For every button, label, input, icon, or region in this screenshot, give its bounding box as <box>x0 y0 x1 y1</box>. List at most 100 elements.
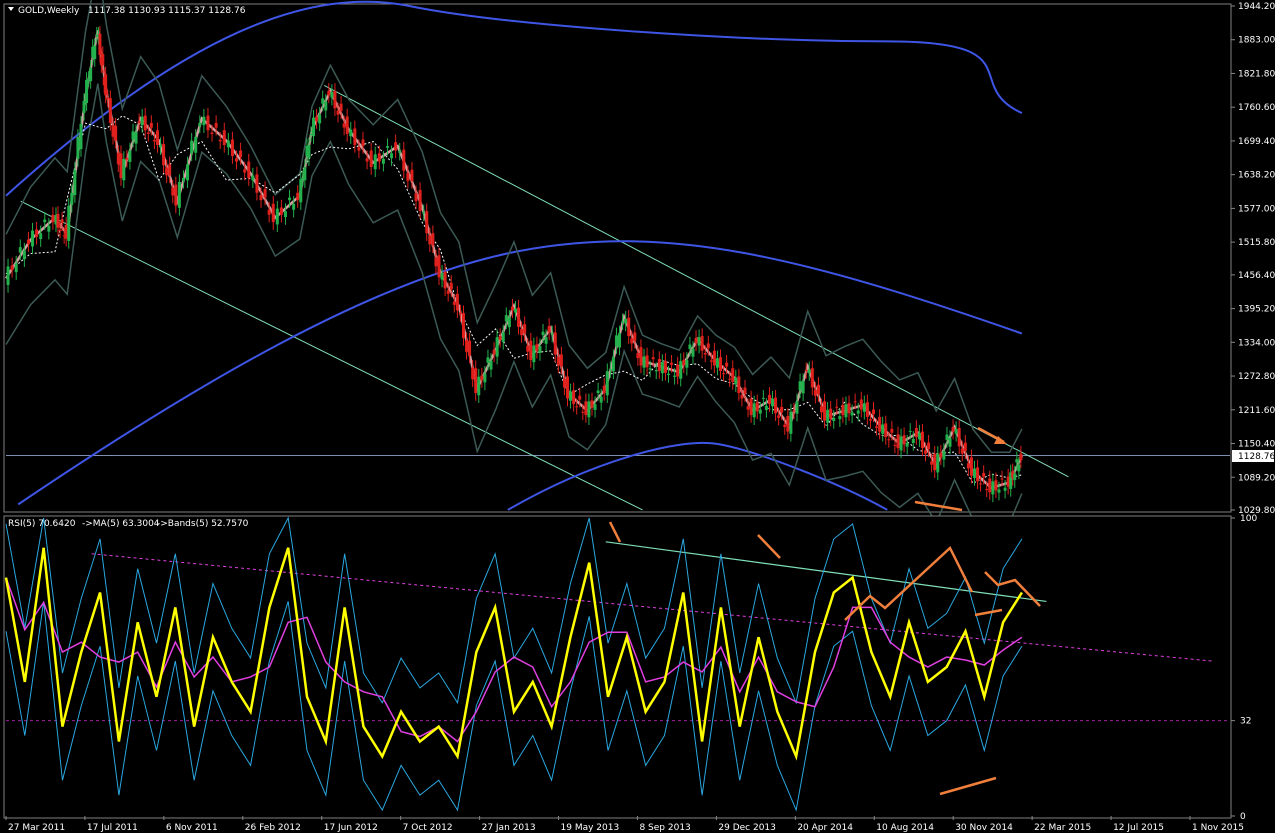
candle-body <box>1000 478 1004 480</box>
candle-body <box>385 146 389 148</box>
candle-body <box>807 369 811 374</box>
candle-body <box>22 250 26 260</box>
candle-body <box>608 369 612 371</box>
price-tick-label: 1515.80 <box>1238 238 1275 248</box>
candle-body <box>553 332 557 355</box>
candle-body <box>835 406 839 408</box>
candle-body <box>159 145 163 148</box>
candle-body <box>14 263 18 273</box>
candle-body <box>963 442 967 452</box>
candle-body <box>826 409 830 423</box>
candle-body <box>520 329 524 336</box>
candle-body <box>755 402 759 412</box>
candle-body <box>581 411 585 413</box>
candle-body <box>101 54 105 66</box>
candle-body <box>114 125 118 141</box>
candle-body <box>712 350 716 366</box>
candle-body <box>510 306 514 311</box>
candle-body <box>862 403 866 412</box>
candle-body <box>373 154 377 170</box>
candle-body <box>398 150 402 153</box>
candle-body <box>911 438 915 444</box>
price-chart-pane[interactable] <box>3 0 1232 533</box>
candle-body <box>186 164 190 181</box>
candle-body <box>425 211 429 234</box>
candle-body <box>743 387 747 395</box>
candle-body <box>26 239 30 245</box>
price-tick-label: 1944.20 <box>1238 2 1275 12</box>
candle-body <box>1019 453 1023 461</box>
candle-body <box>76 136 80 159</box>
candle-body <box>1015 459 1019 463</box>
candle-body <box>140 116 144 126</box>
candle-body <box>342 123 346 128</box>
candle-body <box>841 404 845 416</box>
candle-body <box>670 362 674 365</box>
candle-body <box>801 381 805 394</box>
candle-body <box>6 266 10 286</box>
candle-body <box>18 247 22 253</box>
candle-body <box>526 345 530 352</box>
ohlc-values: 1117.38 1130.93 1115.37 1128.76 <box>88 6 246 16</box>
candle-body <box>296 192 300 201</box>
candle-body <box>578 395 582 400</box>
candle-body <box>927 442 931 450</box>
time-tick-label: 20 Apr 2014 <box>797 823 853 833</box>
candle-body <box>171 187 175 196</box>
candle-body <box>369 150 373 168</box>
candle-body <box>844 404 848 418</box>
candle-body <box>596 390 600 394</box>
candle-body <box>377 153 381 162</box>
candle-body <box>440 272 444 280</box>
candle-body <box>498 336 502 340</box>
last-price-tag: 1128.76 <box>1232 450 1275 462</box>
time-tick-label: 29 Dec 2013 <box>718 823 776 833</box>
candle-body <box>418 190 422 212</box>
candle-body <box>633 332 637 341</box>
rsi-indicator-pane[interactable] <box>3 515 1232 819</box>
candle-body <box>333 90 337 109</box>
candle-body <box>190 140 194 154</box>
candle-body <box>532 345 536 363</box>
price-tick-label: 1089.20 <box>1238 473 1275 483</box>
candle-body <box>108 98 112 123</box>
candle-body <box>988 478 992 493</box>
candle-body <box>523 324 527 334</box>
candle-body <box>838 416 842 420</box>
candle-body <box>856 410 860 414</box>
candle-body <box>39 233 43 240</box>
candle-body <box>789 411 793 434</box>
candle-body <box>414 193 418 202</box>
candle-body <box>587 401 591 418</box>
candle-body <box>914 427 918 438</box>
candle-body <box>235 158 239 162</box>
chart-header: GOLD,Weekly 1117.38 1130.93 1115.37 1128… <box>8 6 246 16</box>
candle-body <box>936 453 940 473</box>
candle-body <box>810 368 814 388</box>
candle-body <box>247 161 251 179</box>
candle-body <box>162 144 166 166</box>
candle-body <box>474 368 478 394</box>
candle-body <box>960 448 964 454</box>
chart-terminal[interactable]: 1944.20 1883.00 1821.80 1760.60 1699.40 1638.… <box>0 0 1275 833</box>
candle-body <box>336 110 340 115</box>
candle-body <box>70 192 74 205</box>
candle-body <box>73 169 77 195</box>
candle-body <box>288 197 292 201</box>
candle-body <box>263 189 267 198</box>
candle-body <box>700 336 704 351</box>
candle-body <box>390 153 394 159</box>
candle-body <box>752 403 756 418</box>
candle-body <box>764 405 768 410</box>
candle-body <box>679 361 683 379</box>
candle-body <box>434 257 438 267</box>
candle-body <box>239 150 243 158</box>
candle-body <box>202 116 206 126</box>
candle-body <box>709 360 713 362</box>
candle-body <box>725 362 729 367</box>
candle-body <box>267 209 271 215</box>
candle-body <box>780 406 784 413</box>
time-tick-label: 30 Nov 2014 <box>955 823 1013 833</box>
candle-body <box>307 145 311 159</box>
candle-body <box>428 235 432 245</box>
